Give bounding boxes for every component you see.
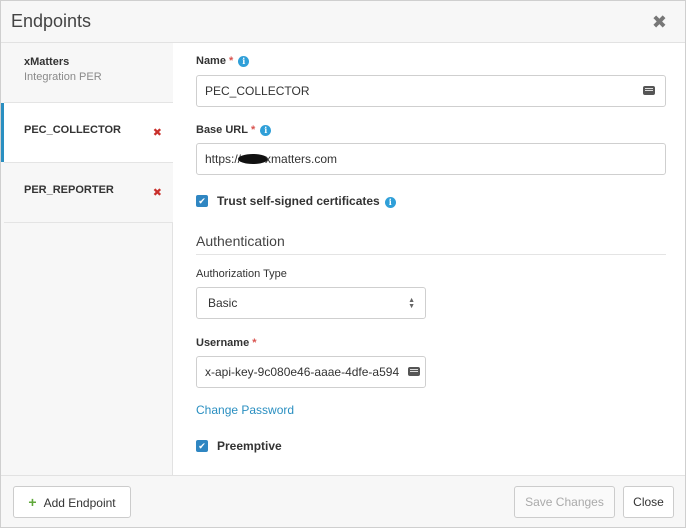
plus-icon: + [28, 494, 37, 510]
add-endpoint-label: Add Endpoint [43, 496, 116, 510]
save-changes-button[interactable]: Save Changes [514, 486, 615, 518]
info-icon[interactable]: i [384, 197, 396, 208]
keyboard-icon[interactable] [643, 86, 655, 95]
trust-self-signed-checkbox[interactable]: ✔ [196, 195, 208, 207]
base-url-suffix: xmatters.com [265, 152, 338, 166]
sidebar-item-pec-collector[interactable]: PEC_COLLECTOR ✖ [1, 103, 173, 163]
add-endpoint-button[interactable]: + Add Endpoint [13, 486, 131, 518]
auth-type-value: Basic [208, 296, 238, 310]
select-arrows-icon: ▲ ▼ [408, 297, 415, 310]
keyboard-icon[interactable] [408, 367, 420, 376]
username-input[interactable]: x-api-key-9c080e46-aaae-4dfe-a594 [196, 356, 426, 388]
auth-type-select[interactable]: Basic ▲ ▼ [196, 287, 426, 319]
username-value: x-api-key-9c080e46-aaae-4dfe-a594 [205, 365, 400, 379]
authentication-heading: Authentication [196, 233, 285, 249]
redaction-mark [238, 154, 269, 164]
sidebar-item-subtitle: Integration PER [24, 71, 102, 83]
sidebar-item-xmatters[interactable]: xMatters Integration PER [4, 43, 173, 103]
trust-self-signed-label: Trust self-signed certificates i [217, 194, 396, 208]
name-label: Name * i [196, 55, 250, 67]
base-url-label: Base URL * i [196, 124, 272, 136]
close-icon[interactable]: ✖ [652, 13, 667, 31]
info-icon[interactable]: i [238, 56, 250, 67]
username-label: Username * [196, 337, 257, 349]
dialog-title: Endpoints [11, 11, 92, 31]
preemptive-label: Preemptive [217, 439, 282, 453]
dialog-header: Endpoints ✖ [1, 1, 685, 43]
name-value: PEC_COLLECTOR [205, 84, 310, 98]
sidebar-item-label: PER_REPORTER [24, 184, 114, 196]
auth-type-label: Authorization Type [196, 268, 287, 280]
endpoints-dialog: Endpoints ✖ xMatters Integration PER PEC… [0, 0, 686, 528]
name-input[interactable]: PEC_COLLECTOR [196, 75, 666, 107]
base-url-prefix: https:// [205, 152, 242, 166]
sidebar-item-label: xMatters [24, 56, 70, 68]
section-divider [196, 254, 666, 255]
remove-icon[interactable]: ✖ [153, 186, 162, 199]
dialog-footer: + Add Endpoint Save Changes Close [1, 475, 685, 527]
sidebar-item-label: PEC_COLLECTOR [24, 124, 121, 136]
remove-icon[interactable]: ✖ [153, 126, 162, 139]
preemptive-checkbox[interactable]: ✔ [196, 440, 208, 452]
endpoint-list: xMatters Integration PER PEC_COLLECTOR ✖… [1, 43, 173, 475]
close-button[interactable]: Close [623, 486, 674, 518]
endpoint-form: Name * i PEC_COLLECTOR Base URL * i https://… [174, 43, 685, 475]
change-password-link[interactable]: Change Password [196, 403, 294, 417]
info-icon[interactable]: i [260, 125, 272, 136]
base-url-input[interactable]: https:// xmatters.com [196, 143, 666, 175]
sidebar-item-per-reporter[interactable]: PER_REPORTER ✖ [4, 163, 173, 223]
